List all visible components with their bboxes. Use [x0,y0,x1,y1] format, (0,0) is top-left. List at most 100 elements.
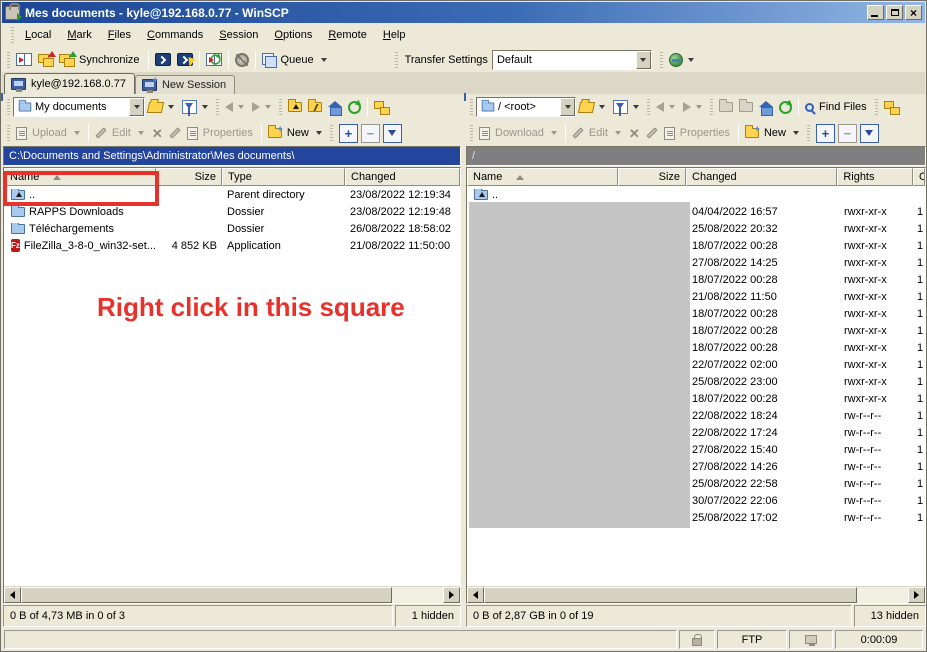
queue-button[interactable]: Queue [259,49,332,71]
combo-dropdown-button[interactable] [129,98,144,116]
parent-directory-button[interactable] [285,96,305,118]
properties-button[interactable]: Properties [184,122,258,144]
sync-folders-icon [38,54,53,66]
preferences-button[interactable] [232,49,252,71]
menu-item-files[interactable]: Files [100,26,139,44]
transfer-options-button[interactable] [666,49,699,71]
rename-button[interactable] [643,122,661,144]
console-command-button[interactable] [174,49,196,71]
find-files-button[interactable]: Find Files [802,96,872,118]
open-console-button[interactable] [152,49,174,71]
menu-item-local[interactable]: Local [17,26,59,44]
select-remove-button[interactable]: − [838,124,857,143]
new-button[interactable]: ✦ New [742,122,804,144]
back-button[interactable] [222,96,249,118]
maximize-button[interactable] [886,5,903,20]
refresh-button[interactable] [776,96,795,118]
local-path-bar[interactable]: C:\Documents and Settings\Administrator\… [3,146,461,166]
remote-horizontal-scrollbar[interactable] [467,586,925,603]
filter-icon [182,100,197,114]
file-changed-cell: 22/08/2022 18:24 [687,410,839,422]
table-row[interactable]: .. [467,186,925,203]
upload-button[interactable]: Upload [13,122,85,144]
column-header-name[interactable]: Name [467,168,618,186]
home-directory-button[interactable] [325,96,345,118]
forward-button[interactable] [680,96,707,118]
root-directory-button[interactable] [305,96,325,118]
delete-button[interactable]: ✕ [626,122,643,144]
download-button[interactable]: Download [476,122,562,144]
new-button[interactable]: ✦ New [265,122,327,144]
transfer-settings-combo[interactable]: Default [492,50,652,70]
directory-tree-button[interactable] [371,96,392,118]
column-header-size[interactable]: Size [618,168,686,186]
menu-item-session[interactable]: Session [211,26,266,44]
local-directory-combo[interactable]: My documents [13,97,145,117]
filter-button[interactable] [610,96,644,118]
column-header-owner[interactable]: O [913,168,925,186]
menu-item-help[interactable]: Help [375,26,414,44]
menu-item-options[interactable]: Options [266,26,320,44]
column-header-size[interactable]: Size [156,168,222,186]
local-horizontal-scrollbar[interactable] [4,586,460,603]
column-header-changed[interactable]: Changed [686,168,837,186]
sync-browsing-button[interactable] [35,49,56,71]
minimize-button[interactable] [867,5,884,20]
filter-icon [613,100,628,114]
directory-tree-button[interactable] [881,96,902,118]
scroll-right-button[interactable] [443,587,460,603]
parent-directory-button[interactable] [716,96,736,118]
scroll-left-button[interactable] [4,587,21,603]
encryption-status-cell[interactable] [679,630,715,649]
synchronize-button[interactable]: Synchronize [56,49,145,71]
toolbar-grip [7,125,10,141]
home-directory-button[interactable] [756,96,776,118]
combo-dropdown-button[interactable] [560,98,575,116]
root-directory-button[interactable] [736,96,756,118]
scroll-right-button[interactable] [908,587,925,603]
scroll-left-button[interactable] [467,587,484,603]
scroll-thumb[interactable] [484,587,857,603]
refresh-session-button[interactable] [203,49,225,71]
upload-label: Upload [30,127,69,139]
table-row[interactable]: TéléchargementsDossier26/08/2022 18:58:0… [4,220,460,237]
tab-session-kyle[interactable]: kyle@192.168.0.77 [4,73,135,94]
remote-status-text: 0 B of 2,87 GB in 0 of 19 [466,605,852,627]
remote-directory-combo[interactable]: / <root> [476,97,576,117]
table-row[interactable]: FzFileZilla_3-8-0_win32-set...4 852 KBAp… [4,237,460,254]
menu-item-commands[interactable]: Commands [139,26,211,44]
column-header-type[interactable]: Type [222,168,345,186]
edit-button[interactable]: Edit [569,122,626,144]
scroll-thumb[interactable] [21,587,392,603]
select-remove-button[interactable]: − [361,124,380,143]
select-add-button[interactable]: + [339,124,358,143]
session-tab-bar: kyle@192.168.0.77 ✦ New Session [2,72,925,94]
delete-button[interactable]: ✕ [149,122,166,144]
rename-button[interactable] [166,122,184,144]
column-header-rights[interactable]: Rights [837,168,913,186]
menu-item-mark[interactable]: Mark [59,26,99,44]
remote-path-bar[interactable]: / [466,146,926,166]
properties-button[interactable]: Properties [661,122,735,144]
back-button[interactable] [653,96,680,118]
protocol-cell[interactable]: FTP [717,630,787,649]
filter-button[interactable] [179,96,213,118]
scroll-track[interactable] [21,587,443,603]
select-filter-button[interactable] [383,124,402,143]
commander-view-button[interactable] [13,49,35,71]
select-filter-button[interactable] [860,124,879,143]
select-add-button[interactable]: + [816,124,835,143]
scroll-track[interactable] [484,587,908,603]
refresh-button[interactable] [345,96,364,118]
edit-button[interactable]: Edit [92,122,149,144]
local-nav-toolbar: My documents [2,94,462,120]
column-header-changed[interactable]: Changed [345,168,460,186]
tab-new-session[interactable]: ✦ New Session [135,75,235,94]
menu-item-remote[interactable]: Remote [320,26,375,44]
combo-dropdown-button[interactable] [636,51,651,69]
forward-button[interactable] [249,96,276,118]
connection-status-cell[interactable] [789,630,833,649]
close-button[interactable]: × [905,5,922,20]
open-directory-button[interactable] [576,96,610,118]
open-directory-button[interactable] [145,96,179,118]
